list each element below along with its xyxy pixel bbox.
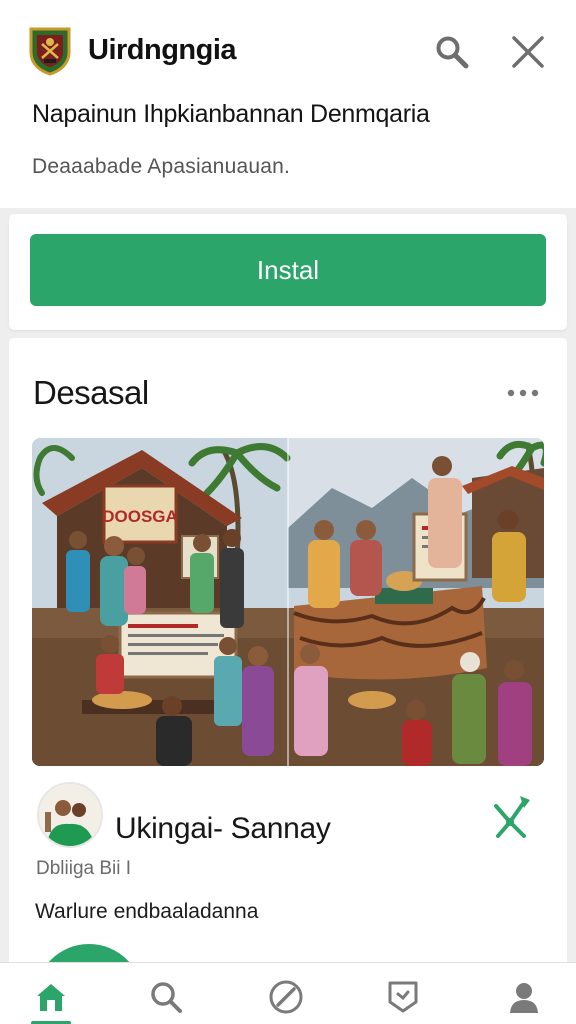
search-icon bbox=[436, 36, 469, 69]
author-name[interactable]: Ukingai- Sannay bbox=[115, 812, 331, 846]
close-button[interactable] bbox=[508, 32, 548, 72]
close-icon bbox=[512, 36, 544, 68]
search-button[interactable] bbox=[432, 32, 472, 72]
bottom-navigation bbox=[0, 962, 576, 1024]
nav-explore[interactable] bbox=[266, 977, 306, 1017]
more-options-button[interactable] bbox=[503, 378, 543, 408]
nav-search[interactable] bbox=[146, 977, 186, 1017]
profile-icon bbox=[510, 983, 538, 1013]
post-card: Desasal DOOSGA Ukingai- Sannay Dbliiga B… bbox=[9, 338, 567, 1004]
share-button[interactable] bbox=[487, 792, 533, 844]
post-image[interactable]: DOOSGA bbox=[32, 438, 544, 766]
header-subtitle: Napainun Ihpkianbannan Denmqaria bbox=[32, 100, 430, 128]
search-icon bbox=[151, 982, 182, 1013]
header-description: Deaaabade Apasianuauan. bbox=[32, 155, 290, 178]
app-name: Uirdngngia bbox=[88, 34, 237, 66]
nav-profile[interactable] bbox=[504, 977, 544, 1017]
more-horizontal-icon bbox=[507, 389, 539, 397]
crest-logo-icon bbox=[28, 26, 72, 76]
post-caption: Warlure endbaaladanna bbox=[35, 900, 259, 923]
home-icon bbox=[37, 984, 65, 1011]
share-network-icon bbox=[494, 796, 530, 838]
author-meta: Dbliiga Bii I bbox=[36, 858, 132, 879]
nav-badges[interactable] bbox=[383, 977, 423, 1017]
image-banner-text: DOOSGA bbox=[102, 507, 178, 526]
nav-home[interactable] bbox=[31, 977, 71, 1017]
explore-compass-icon bbox=[269, 980, 303, 1014]
badge-shield-icon bbox=[388, 981, 418, 1013]
avatar[interactable] bbox=[37, 782, 103, 848]
install-card: Instal bbox=[9, 214, 567, 330]
app-header: Uirdngngia Napainun Ihpkianbannan Denmqa… bbox=[0, 0, 576, 208]
install-button[interactable]: Instal bbox=[30, 234, 546, 306]
post-title: Desasal bbox=[33, 374, 149, 411]
